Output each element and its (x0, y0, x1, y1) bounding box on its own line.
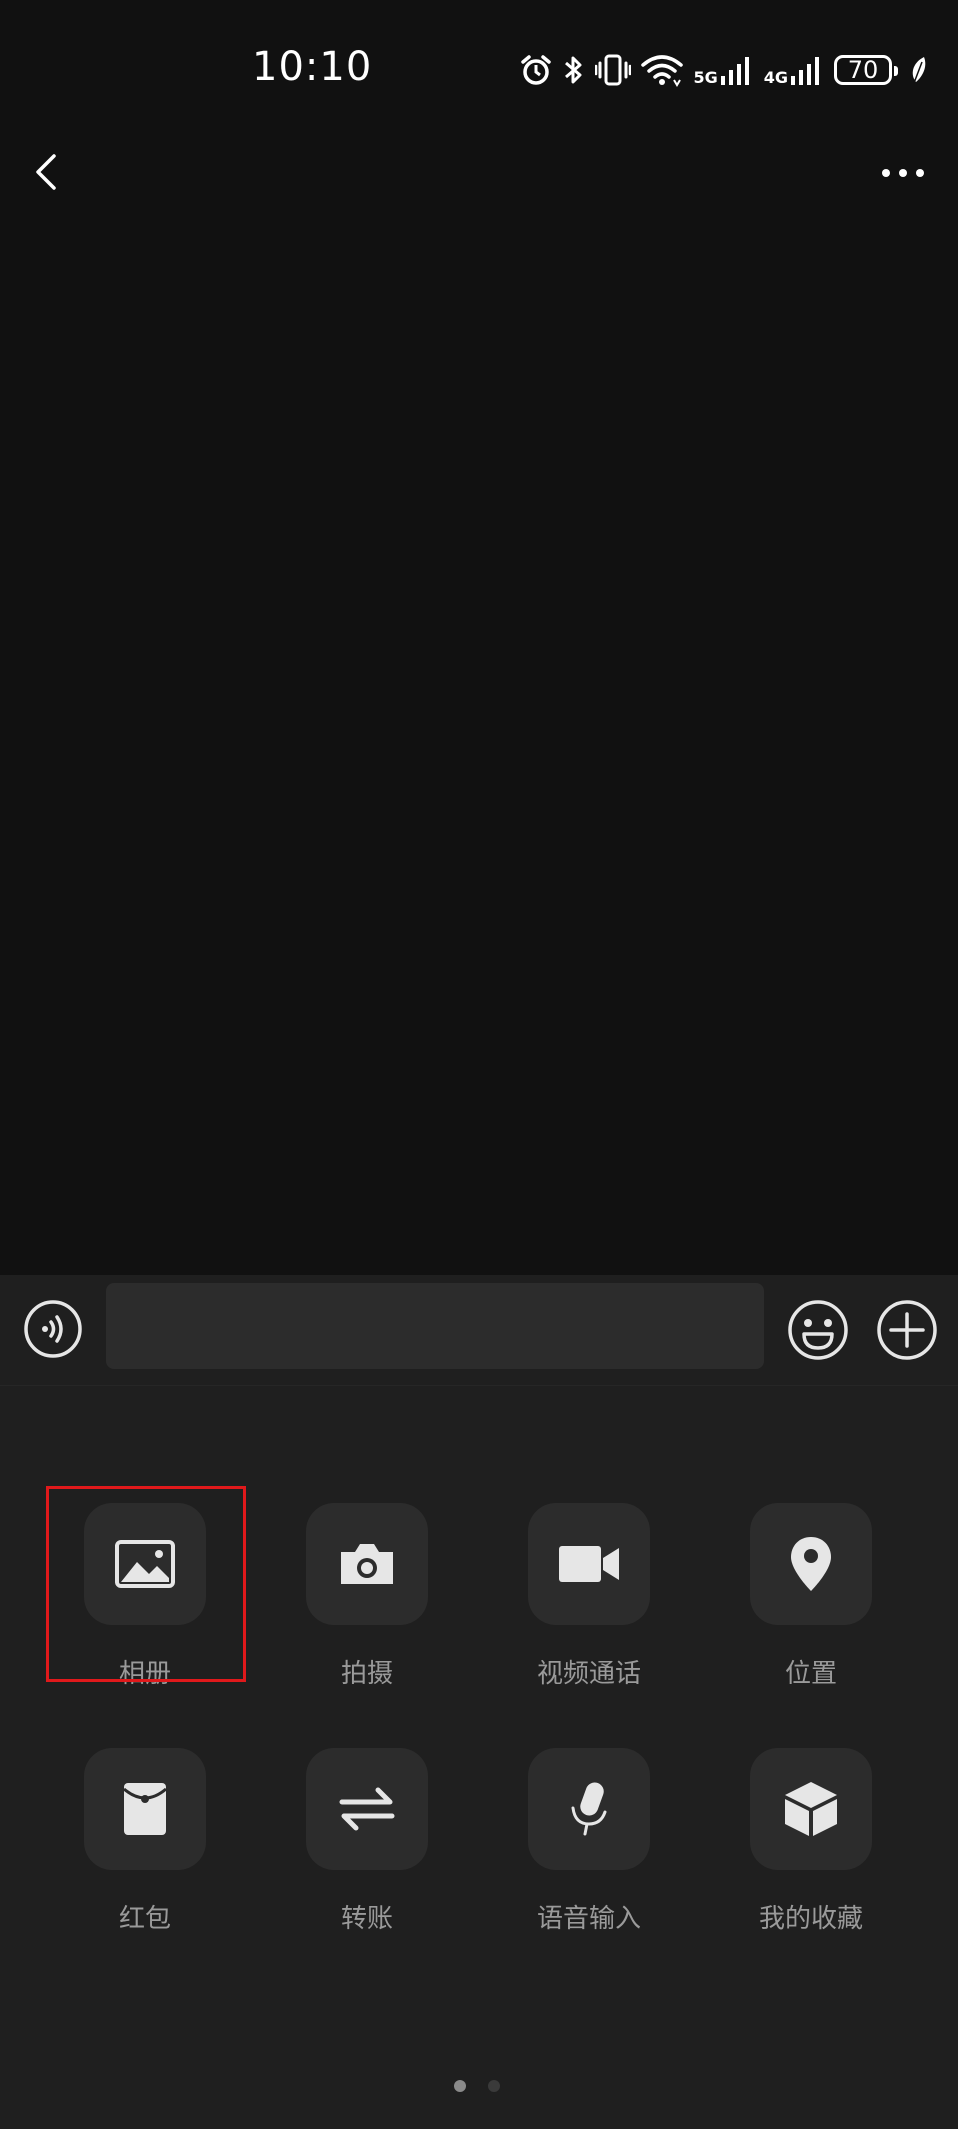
voice-input-tile-box (528, 1748, 650, 1870)
signal-bars-icon (720, 57, 749, 85)
red-packet-tile-box (84, 1748, 206, 1870)
status-time: 10:10 (252, 44, 373, 90)
panel-divider (0, 1385, 958, 1386)
favorites-tile-box (750, 1748, 872, 1870)
location-pin-icon (791, 1537, 831, 1591)
camera-tile-box (306, 1503, 428, 1625)
photo-album-icon (115, 1540, 175, 1588)
red-packet-icon (123, 1783, 167, 1835)
battery-level: 70 (847, 56, 879, 84)
video-call-tile[interactable]: 视频通话 (499, 1503, 679, 1693)
transfer-tile[interactable]: 转账 (277, 1748, 457, 1938)
album-label: 相册 (118, 1659, 171, 1689)
alarm-icon (519, 53, 553, 87)
chevron-left-icon (36, 154, 56, 190)
page-dot-1[interactable] (454, 2080, 466, 2092)
more-functions-button[interactable] (876, 1299, 938, 1361)
camera-tile[interactable]: 拍摄 (277, 1503, 457, 1693)
transfer-icon (339, 1787, 395, 1831)
status-bar: 10:10 5G 4G 70 (0, 0, 958, 140)
page-indicator (454, 2080, 500, 2092)
battery-indicator: 70 (834, 55, 898, 85)
leaf-icon (910, 55, 928, 85)
album-tile-box (84, 1503, 206, 1625)
video-call-label: 视频通话 (536, 1659, 641, 1689)
signal-4g: 4G (764, 54, 824, 86)
voice-input-label: 语音输入 (536, 1904, 641, 1934)
message-input[interactable] (106, 1283, 764, 1369)
status-icons: 5G 4G 70 (519, 50, 928, 90)
favorites-label: 我的收藏 (758, 1904, 863, 1934)
back-button[interactable] (28, 148, 68, 198)
album-tile[interactable]: 相册 (55, 1503, 235, 1693)
page-dot-2[interactable] (488, 2080, 500, 2092)
signal-bars-icon (791, 57, 819, 85)
location-tile-box (750, 1503, 872, 1625)
bluetooth-icon (563, 53, 585, 87)
microphone-icon (571, 1782, 607, 1836)
camera-label: 拍摄 (340, 1659, 393, 1689)
camera-icon (341, 1544, 393, 1584)
wifi-icon (641, 53, 684, 87)
favorites-box-icon (785, 1782, 837, 1836)
video-call-icon (559, 1546, 619, 1582)
network-5g-label: 5G (693, 68, 718, 87)
red-packet-label: 红包 (118, 1904, 171, 1934)
video-call-tile-box (528, 1503, 650, 1625)
transfer-tile-box (306, 1748, 428, 1870)
chat-screen: 10:10 5G 4G 70 相册 拍摄 视频通话 位置 红包 转账 语音输入 … (0, 0, 958, 2129)
location-tile[interactable]: 位置 (721, 1503, 901, 1693)
voice-toggle-button[interactable] (23, 1299, 83, 1359)
location-label: 位置 (784, 1659, 837, 1689)
plus-circle-icon (877, 1300, 937, 1360)
voice-icon (24, 1300, 82, 1358)
transfer-label: 转账 (340, 1904, 393, 1934)
signal-5g: 5G (693, 54, 753, 86)
emoji-button[interactable] (787, 1299, 849, 1361)
emoji-icon (788, 1300, 848, 1360)
chat-input-bar (0, 1275, 958, 1385)
red-packet-tile[interactable]: 红包 (55, 1748, 235, 1938)
more-options-button[interactable] (878, 160, 928, 186)
vibrate-icon (595, 53, 632, 87)
function-panel: 相册 拍摄 视频通话 位置 红包 转账 语音输入 我的收藏 (0, 1385, 958, 2129)
network-4g-label: 4G (763, 68, 788, 87)
favorites-tile[interactable]: 我的收藏 (721, 1748, 901, 1938)
voice-input-tile[interactable]: 语音输入 (499, 1748, 679, 1938)
more-horizontal-icon (882, 169, 924, 177)
